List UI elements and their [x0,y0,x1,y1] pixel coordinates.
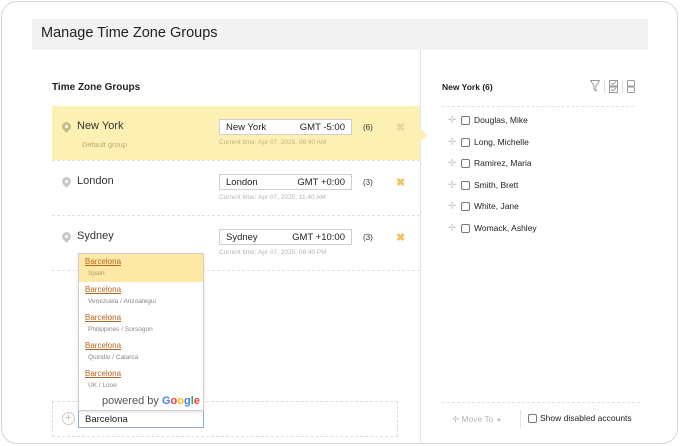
footer-separator [520,410,521,428]
autocomplete-option[interactable]: Barcelona Spain [79,254,203,282]
autocomplete-option[interactable]: Barcelona Quindio / Calarca [79,338,203,366]
group-name: New York [77,120,124,132]
timezone-city: New York [226,122,267,133]
timezone-offset: GMT +10:00 [292,232,345,243]
current-time: Current time: Apr 07, 2025, 11:40 AM [219,194,326,201]
option-title: Barcelona [85,313,122,322]
member-checkbox[interactable] [461,138,470,147]
group-row-new-york[interactable]: New York Default group New York GMT -5:0… [52,106,427,160]
member-count: (3) [363,233,373,242]
powered-by-google-logo: powered by Google [102,395,200,407]
drag-handle-icon[interactable]: ✛ [448,158,456,169]
member-name: Smith, Brett [474,180,519,190]
option-subtitle: UK / Looe [88,382,117,389]
add-group-icon[interactable]: + [62,412,75,425]
member-checkbox[interactable] [461,202,470,211]
timezone-city: London [226,177,258,188]
timezone-select[interactable]: Sydney GMT +10:00 [219,229,352,245]
option-title: Barcelona [85,257,122,266]
location-pin-icon [60,175,73,189]
member-name: Womack, Ashley [474,223,537,233]
member-name: Long, Michelle [474,137,529,147]
member-checkbox[interactable] [461,116,470,125]
member-checkbox[interactable] [461,159,470,168]
timezone-offset: GMT -5:00 [299,122,345,133]
move-to-label: Move To [461,414,494,424]
checklist-icon[interactable] [609,80,618,93]
member-checkbox[interactable] [461,181,470,190]
member-name: Ramirez, Maria [474,158,532,168]
page-title: Manage Time Zone Groups [41,25,218,41]
selected-group-heading: New York (6) [442,82,493,92]
show-disabled-checkbox[interactable] [528,414,537,423]
selected-arrow [420,128,427,142]
option-title: Barcelona [85,369,122,378]
option-title: Barcelona [85,285,122,294]
member-count: (6) [363,123,373,132]
option-subtitle: Spain [88,270,105,277]
show-disabled-label: Show disabled accounts [540,413,632,423]
timezone-city: Sydney [226,232,258,243]
member-name: Douglas, Mike [474,115,528,125]
columns-icon[interactable] [627,80,635,93]
filter-icon[interactable] [590,80,600,92]
powered-by-text: powered by [102,395,159,407]
drag-handle-icon[interactable]: ✛ [448,137,456,148]
drag-handle-icon[interactable]: ✛ [448,180,456,191]
member-name: White, Jane [474,201,519,211]
option-subtitle: Philippines / Sorsogon [88,326,153,333]
member-checkbox[interactable] [461,224,470,233]
drag-handle-icon[interactable]: ✛ [448,115,456,126]
new-group-location-input[interactable] [78,410,204,428]
icon-separator [604,80,605,93]
autocomplete-option[interactable]: Barcelona Philippines / Sorsogon [79,310,203,338]
group-row-london[interactable]: London London GMT +0:00 Current time: Ap… [52,161,420,215]
time-zone-groups-heading: Time Zone Groups [52,82,141,93]
delete-group-icon[interactable]: ✖ [396,176,405,189]
group-name: Sydney [77,230,114,242]
icon-separator [622,80,623,93]
delete-group-icon[interactable]: ✖ [396,121,405,134]
group-name: London [77,175,114,187]
timezone-offset: GMT +0:00 [297,177,345,188]
location-autocomplete-dropdown: Barcelona Spain Barcelona Venezuela / An… [78,253,204,411]
option-title: Barcelona [85,341,122,350]
move-to-button[interactable]: ✢ Move To ▼ [452,414,502,425]
caret-down-icon: ▼ [495,418,502,424]
header-separator [442,106,634,107]
location-pin-icon [60,230,73,244]
current-time: Current time: Apr 07, 2025, 08:40 PM [219,249,327,256]
option-subtitle: Venezuela / Anzoategui [88,298,156,305]
move-icon: ✢ [452,414,460,424]
option-subtitle: Quindio / Calarca [88,354,139,361]
autocomplete-option[interactable]: Barcelona UK / Looe [79,366,203,394]
group-subtitle: Default group [82,140,128,149]
delete-group-icon[interactable]: ✖ [396,231,405,244]
drag-handle-icon[interactable]: ✛ [448,201,456,212]
title-bar: Manage Time Zone Groups [32,19,648,50]
timezone-select[interactable]: London GMT +0:00 [219,174,352,190]
panel-divider [420,50,421,444]
drag-handle-icon[interactable]: ✛ [448,223,456,234]
member-count: (3) [363,178,373,187]
location-pin-icon [60,120,73,134]
autocomplete-option[interactable]: Barcelona Venezuela / Anzoategui [79,282,203,310]
timezone-select[interactable]: New York GMT -5:00 [219,119,352,135]
current-time: Current time: Apr 07, 2025, 06:40 AM [219,139,327,146]
